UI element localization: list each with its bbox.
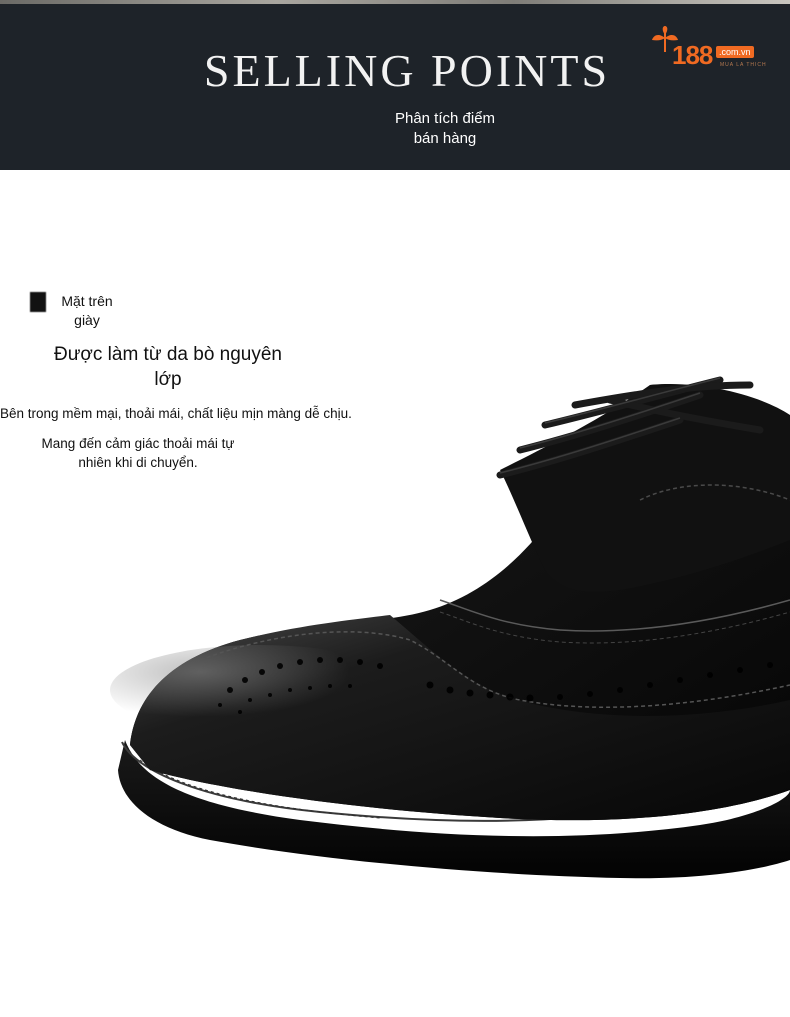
feature-description-2: Mang đến cảm giác thoải mái tự nhiên khi… (41, 436, 235, 470)
product-detail-page: SELLING POINTS Phân tích điểm bán hàng 1… (0, 0, 790, 1017)
selling-points-header: SELLING POINTS Phân tích điểm bán hàng 1… (0, 4, 790, 170)
header-subtitle: Phân tích điểm bán hàng (394, 110, 496, 147)
feature-heading: Được làm từ da bò nguyên lớp (53, 344, 282, 390)
feature-label-text: Mặt trên giày (61, 293, 113, 328)
label-marker-icon (30, 292, 46, 312)
logo-number: 188 (672, 40, 713, 70)
feature-description-1: Bên trong mềm mại, thoải mái, chất liệu … (0, 406, 352, 421)
logo-domain: .com.vn (716, 46, 754, 58)
brand-logo[interactable]: 188 .com.vn MUA LA THICH (650, 26, 780, 76)
logo-tagline: MUA LA THICH (720, 62, 767, 68)
